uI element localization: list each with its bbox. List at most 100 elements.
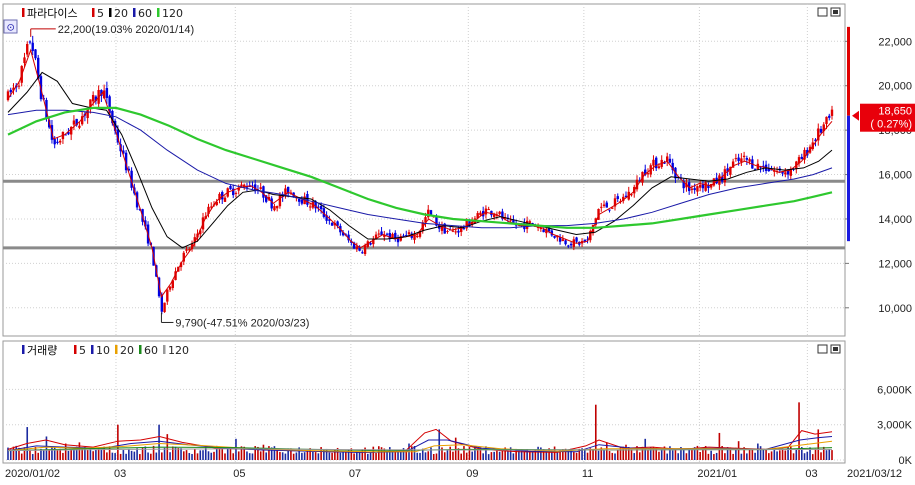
candle-body bbox=[306, 194, 309, 205]
candle-body bbox=[830, 109, 834, 116]
volume-bar bbox=[95, 449, 97, 460]
volume-bar bbox=[301, 452, 303, 460]
volume-bar bbox=[806, 451, 809, 460]
series-swatch bbox=[22, 8, 25, 17]
volume-bar bbox=[831, 450, 833, 460]
candle-body bbox=[451, 230, 455, 232]
date-tick-label: 03 bbox=[114, 468, 126, 480]
volume-bar bbox=[369, 452, 372, 460]
volume-bar bbox=[553, 446, 556, 460]
candle-body bbox=[259, 187, 262, 189]
volume-bar bbox=[820, 452, 822, 460]
volume-bar bbox=[616, 450, 619, 460]
candle-body bbox=[657, 166, 661, 169]
volume-bar bbox=[699, 452, 701, 460]
volume-bar bbox=[265, 452, 267, 460]
volume-bar bbox=[677, 453, 679, 460]
volume-bar bbox=[111, 452, 114, 460]
candle-body bbox=[479, 212, 482, 216]
volume-bar bbox=[155, 452, 158, 460]
candle-body bbox=[742, 155, 746, 158]
volume-bar bbox=[331, 452, 333, 460]
stock-chart: 22,00020,00018,00016,00014,00012,00010,0… bbox=[2, 3, 915, 480]
candle-body bbox=[240, 184, 243, 187]
volume-bar bbox=[790, 445, 792, 460]
volume-bar bbox=[235, 438, 237, 460]
volume-bar bbox=[226, 447, 229, 460]
price-tick-label: 22,000 bbox=[878, 36, 912, 48]
price-tick-label: 14,000 bbox=[878, 214, 912, 226]
volume-bar bbox=[262, 444, 265, 460]
candle-body bbox=[31, 42, 34, 52]
price-legend-title: 파라다이스 bbox=[27, 7, 78, 20]
volume-bar bbox=[460, 453, 462, 460]
volume-bar bbox=[751, 448, 754, 460]
volume-bar bbox=[292, 453, 295, 460]
candle-body bbox=[308, 206, 312, 208]
volume-bar bbox=[446, 450, 449, 460]
volume-bar bbox=[718, 432, 721, 460]
volume-bar bbox=[496, 449, 498, 460]
candle-body bbox=[745, 157, 749, 160]
legend-label: 5 bbox=[97, 7, 104, 20]
volume-bar bbox=[182, 451, 185, 460]
volume-bar bbox=[822, 446, 825, 460]
candle-body bbox=[800, 156, 803, 160]
volume-bar bbox=[281, 452, 284, 460]
candle-body bbox=[17, 85, 21, 87]
volume-bar bbox=[432, 453, 435, 460]
legend-label: 120 bbox=[168, 344, 189, 357]
minimize-icon[interactable] bbox=[817, 344, 828, 354]
volume-bar bbox=[438, 429, 441, 460]
last-price: 18,650 bbox=[878, 106, 912, 118]
volume-bar bbox=[611, 452, 614, 460]
volume-bar bbox=[314, 452, 317, 460]
volume-bar bbox=[658, 451, 660, 460]
minimize-icon[interactable] bbox=[817, 7, 828, 17]
candle-body bbox=[72, 120, 76, 125]
candle-body bbox=[753, 168, 757, 170]
volume-bar bbox=[493, 451, 495, 460]
volume-bar bbox=[251, 453, 254, 460]
volume-bar bbox=[202, 450, 204, 460]
volume-bar bbox=[312, 451, 314, 460]
volume-bar bbox=[391, 451, 394, 460]
volume-bar bbox=[501, 450, 504, 460]
volume-bar bbox=[70, 449, 72, 460]
candle-body bbox=[698, 185, 702, 188]
volume-bar bbox=[463, 446, 465, 460]
candle-body bbox=[369, 242, 372, 245]
volume-bar bbox=[586, 452, 589, 460]
candle-body bbox=[234, 192, 238, 194]
volume-bar bbox=[37, 452, 40, 460]
legend-swatch bbox=[74, 345, 77, 354]
candle-body bbox=[748, 159, 751, 162]
volume-bar bbox=[232, 453, 235, 460]
candle-body bbox=[608, 209, 611, 211]
volume-bar bbox=[740, 453, 743, 460]
volume-bar bbox=[713, 454, 715, 460]
volume-bar bbox=[748, 448, 751, 460]
volume-bar bbox=[199, 450, 202, 460]
volume-legend-title: 거래량 bbox=[27, 344, 57, 357]
candle-body bbox=[734, 158, 738, 160]
candle-body bbox=[78, 125, 81, 128]
candle-body bbox=[553, 235, 556, 238]
legend-label: 10 bbox=[96, 344, 110, 357]
candle-body bbox=[666, 156, 669, 162]
volume-bar bbox=[443, 452, 446, 460]
volume-bar bbox=[169, 452, 171, 460]
last-price-marker bbox=[852, 110, 859, 121]
volume-bar bbox=[303, 452, 306, 460]
legend-swatch bbox=[109, 8, 112, 17]
volume-bar bbox=[490, 452, 493, 460]
price-tick-label: 20,000 bbox=[878, 81, 912, 93]
volume-bar bbox=[762, 449, 765, 460]
volume-bar bbox=[482, 453, 484, 460]
date-tick-label: 03 bbox=[805, 468, 817, 480]
volume-bar bbox=[12, 446, 15, 460]
volume-bar bbox=[328, 452, 331, 460]
volume-bar bbox=[454, 437, 457, 460]
volume-bar bbox=[53, 446, 56, 460]
volume-bar bbox=[180, 448, 182, 460]
